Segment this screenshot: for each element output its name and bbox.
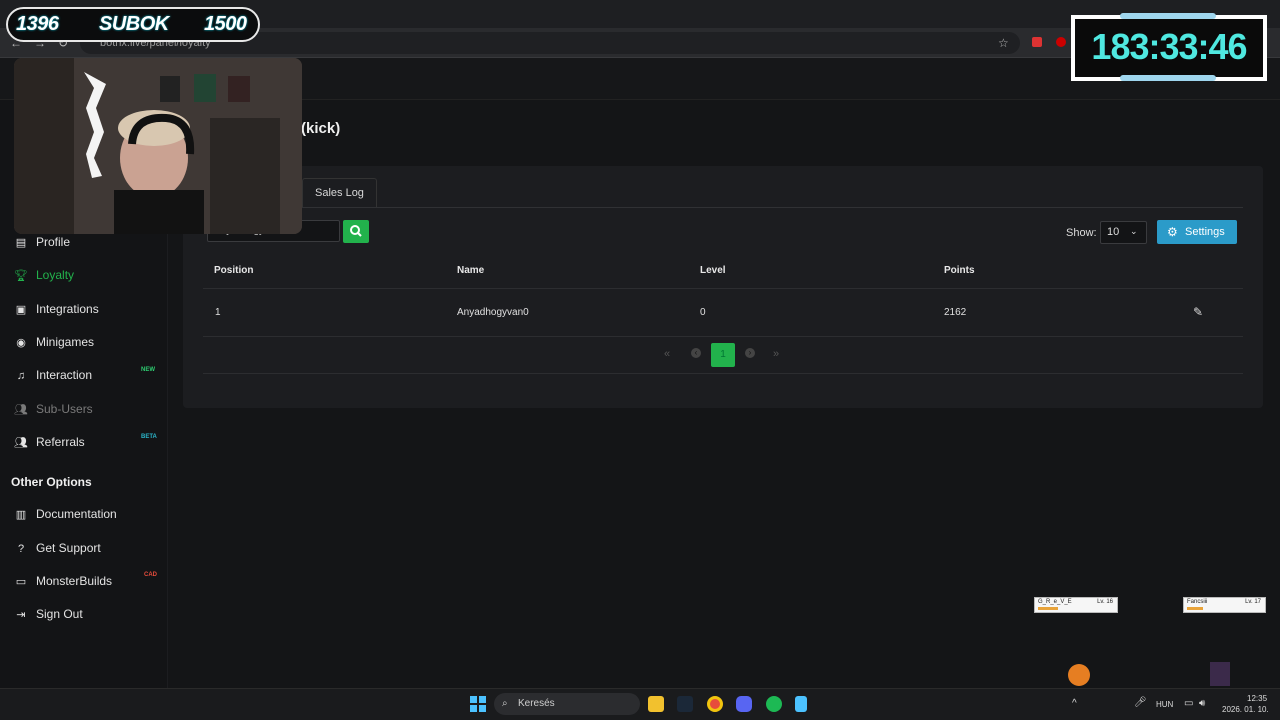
prev-page-button[interactable]: ‹ bbox=[691, 348, 701, 358]
sidebar-item-integrations[interactable]: ▣ Integrations bbox=[14, 302, 99, 316]
windows-start-icon[interactable] bbox=[470, 696, 486, 712]
cell-position: 1 bbox=[215, 307, 221, 318]
timer-bar-top bbox=[1120, 13, 1216, 19]
player-card: Fancsiii Lv. 17 bbox=[1183, 597, 1266, 613]
cell-name: Anyadhogyvan0 bbox=[457, 307, 529, 318]
cell-level: 0 bbox=[700, 307, 706, 318]
monitor-icon: ▭ bbox=[15, 576, 27, 588]
pumpkin-avatar bbox=[1068, 664, 1090, 686]
timer-bar-bottom bbox=[1120, 75, 1216, 81]
next-page-button[interactable]: › bbox=[745, 348, 755, 358]
clock-time[interactable]: 12:35 bbox=[1247, 694, 1267, 703]
plug-icon: ▣ bbox=[15, 304, 27, 316]
sidebar-item-sign-out[interactable]: ⇥ Sign Out bbox=[14, 607, 82, 621]
id-card-icon: ▤ bbox=[15, 237, 27, 249]
table-divider bbox=[203, 288, 1243, 289]
notepad-icon[interactable] bbox=[795, 696, 807, 712]
search-icon bbox=[350, 225, 362, 237]
new-badge: NEW bbox=[141, 367, 155, 373]
first-page-button[interactable]: « bbox=[664, 348, 670, 360]
sidebar-item-minigames[interactable]: ◉ Minigames bbox=[14, 335, 94, 349]
search-button[interactable] bbox=[343, 220, 369, 243]
microphone-icon[interactable]: 🎤︎ bbox=[1134, 697, 1147, 708]
extension-icon[interactable] bbox=[1056, 37, 1066, 47]
column-header-position: Position bbox=[214, 265, 254, 276]
webcam-overlay bbox=[14, 58, 302, 234]
cad-badge: CAD bbox=[144, 572, 157, 578]
sidebar-section-title: Other Options bbox=[11, 475, 92, 489]
tab-divider bbox=[203, 207, 1243, 208]
page-1-button[interactable]: 1 bbox=[711, 343, 735, 367]
language-indicator[interactable]: HUN bbox=[1156, 700, 1173, 709]
beta-badge: BETA bbox=[141, 434, 157, 440]
webcam-image bbox=[14, 58, 302, 234]
sidebar-item-documentation[interactable]: ▥ Documentation bbox=[14, 507, 117, 521]
sidebar-item-interaction[interactable]: ♫ Interaction bbox=[14, 368, 92, 382]
sidebar-item-sub-users[interactable]: 👥︎ Sub-Users bbox=[14, 402, 93, 416]
settings-button[interactable]: ⚙ Settings bbox=[1157, 220, 1237, 244]
column-header-points: Points bbox=[944, 265, 975, 276]
sign-out-icon: ⇥ bbox=[16, 609, 26, 621]
volume-icon[interactable]: 🔊︎ bbox=[1199, 698, 1205, 709]
question-icon: ? bbox=[17, 543, 25, 555]
tray-chevron-up-icon[interactable]: ^ bbox=[1072, 698, 1077, 709]
settings-label: Settings bbox=[1185, 226, 1225, 238]
cell-points: 2162 bbox=[944, 307, 967, 318]
taskbar bbox=[0, 688, 1280, 720]
chevron-down-icon: ⌄ bbox=[1130, 226, 1138, 236]
file-explorer-icon[interactable] bbox=[648, 696, 664, 712]
sidebar-item-loyalty[interactable]: 🏆︎ Loyalty bbox=[14, 268, 74, 282]
network-icon[interactable]: ▭ bbox=[1184, 698, 1193, 709]
ghost-avatar bbox=[1210, 662, 1230, 686]
users-icon: 👥︎ bbox=[14, 404, 28, 416]
gamepad-icon: ◉ bbox=[16, 337, 26, 349]
show-label: Show: bbox=[1066, 227, 1097, 239]
steam-icon[interactable] bbox=[677, 696, 693, 712]
bookmark-star-icon[interactable]: ☆ bbox=[998, 36, 1009, 50]
sidebar-item-profile[interactable]: ▤ Profile bbox=[14, 235, 70, 249]
sidebar-item-monsterbuilds[interactable]: ▭ MonsterBuilds bbox=[14, 574, 112, 588]
timer-value: 183:33:46 bbox=[1091, 26, 1247, 67]
clock-date[interactable]: 2026. 01. 10. bbox=[1222, 705, 1269, 714]
gears-icon: ⚙ bbox=[1167, 225, 1178, 239]
chrome-icon[interactable] bbox=[707, 696, 723, 712]
user-group-icon: 👥︎ bbox=[14, 437, 28, 449]
tab-sales-log[interactable]: Sales Log bbox=[302, 178, 377, 208]
sidebar-item-get-support[interactable]: ? Get Support bbox=[14, 541, 101, 555]
page-size-select[interactable]: 10 bbox=[1100, 221, 1147, 244]
trophy-icon: 🏆︎ bbox=[14, 270, 28, 282]
column-header-name: Name bbox=[457, 265, 485, 276]
player-card: G_R_e_V_E Lv. 16 bbox=[1034, 597, 1118, 613]
left-score: 1396 bbox=[16, 13, 59, 35]
spotify-icon[interactable] bbox=[766, 696, 782, 712]
extension-icon[interactable] bbox=[1032, 37, 1042, 47]
taskbar-search[interactable]: ⌕ Keresés bbox=[494, 693, 640, 715]
page-title: (kick) bbox=[301, 120, 341, 137]
table-divider bbox=[203, 336, 1243, 337]
last-page-button[interactable]: » bbox=[773, 348, 779, 360]
discord-icon[interactable] bbox=[736, 696, 752, 712]
search-icon: ⌕ bbox=[502, 698, 508, 709]
pagination-divider bbox=[203, 373, 1243, 374]
music-icon: ♫ bbox=[16, 370, 26, 382]
column-header-level: Level bbox=[700, 265, 726, 276]
sidebar-item-referrals[interactable]: 👥︎ Referrals bbox=[14, 435, 85, 449]
edit-pencil-icon[interactable]: ✎ bbox=[1193, 305, 1203, 319]
sub-label: SUBOK bbox=[99, 13, 169, 35]
right-score: 1500 bbox=[204, 13, 247, 35]
book-icon: ▥ bbox=[15, 509, 27, 521]
